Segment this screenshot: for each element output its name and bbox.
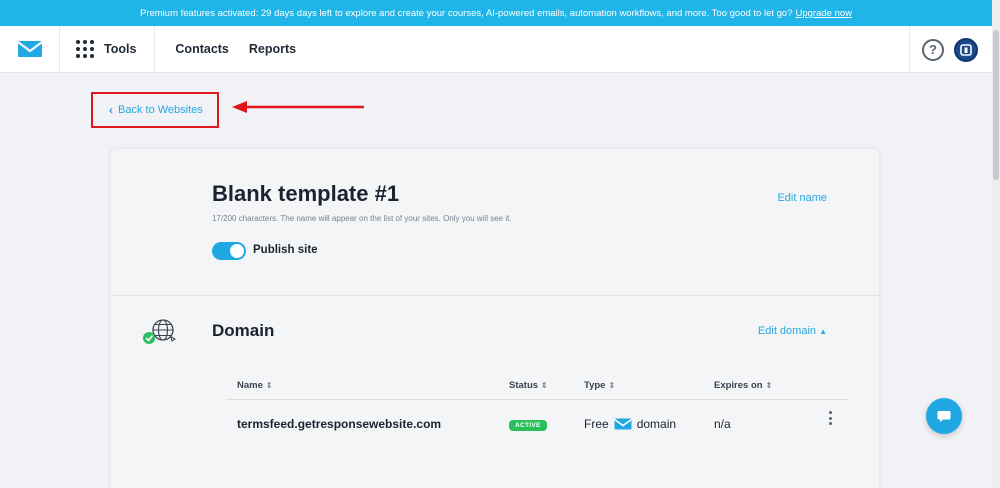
banner-text: Premium features activated: 29 days days… [139, 7, 793, 19]
table-header-divider [226, 399, 848, 400]
scrollbar-thumb[interactable] [993, 30, 999, 180]
sort-icon: ⇕ [608, 381, 616, 390]
domain-type-suffix: domain [636, 417, 677, 431]
expires-cell: n/a [714, 417, 731, 431]
avatar-icon[interactable] [954, 37, 978, 62]
nav-contacts[interactable]: Contacts [175, 42, 228, 56]
section-divider [111, 295, 881, 296]
domain-section-title: Domain [212, 321, 275, 340]
sort-icon: ⇕ [765, 381, 773, 390]
chevron-left-icon: ‹ [109, 103, 113, 117]
site-title: Blank template #1 [212, 181, 400, 206]
column-header-name-label: Name [237, 380, 263, 391]
edit-domain-link[interactable]: Edit domain ▲ [758, 325, 827, 337]
caret-up-icon: ▲ [819, 327, 827, 336]
column-header-name[interactable]: Name ⇕ [237, 380, 273, 391]
envelope-logo-icon [613, 418, 632, 430]
apps-grid-icon [76, 40, 94, 58]
edit-name-link[interactable]: Edit name [777, 192, 827, 204]
edit-domain-label: Edit domain [757, 325, 817, 337]
nav-right-actions: ? [909, 26, 992, 73]
site-name-hint: 17/200 characters. The name will appear … [212, 214, 512, 223]
question-icon[interactable]: ? [922, 38, 944, 61]
domain-type-prefix: Free [584, 417, 609, 431]
publish-site-toggle[interactable] [212, 242, 246, 260]
column-header-expires-label: Expires on [714, 380, 763, 391]
nav-reports[interactable]: Reports [249, 42, 296, 56]
column-header-status-label: Status [509, 380, 539, 391]
back-to-websites-link[interactable]: ‹ Back to Websites [109, 103, 203, 117]
trial-banner: Premium features activated: 29 days days… [0, 0, 992, 26]
top-navigation: Tools Contacts Reports ? [0, 25, 992, 73]
column-header-status[interactable]: Status ⇕ [509, 380, 548, 391]
status-badge: ACTIVE [509, 420, 547, 431]
envelope-logo-icon[interactable] [0, 25, 60, 73]
more-options-icon[interactable] [826, 411, 834, 425]
column-header-type[interactable]: Type ⇕ [584, 380, 615, 391]
sort-icon: ⇕ [265, 381, 273, 390]
upgrade-now-link[interactable]: Upgrade now [796, 8, 853, 19]
page-scrollbar[interactable] [992, 0, 1000, 488]
domain-type-cell: Free domain [584, 417, 676, 431]
globe-check-icon [141, 317, 179, 352]
red-arrow-icon [232, 101, 364, 113]
highlight-box: ‹ Back to Websites [91, 92, 219, 128]
column-header-expires[interactable]: Expires on ⇕ [714, 380, 772, 391]
domain-name-cell: termsfeed.getresponsewebsite.com [237, 417, 442, 431]
chat-bubble-icon[interactable] [926, 398, 962, 434]
tools-menu[interactable]: Tools [60, 25, 156, 73]
publish-site-label: Publish site [253, 244, 318, 256]
column-header-type-label: Type [584, 380, 606, 391]
toggle-knob [230, 244, 244, 258]
tools-label: Tools [104, 42, 137, 56]
website-settings-card: Blank template #1 17/200 characters. The… [110, 148, 881, 488]
sort-icon: ⇕ [541, 381, 548, 390]
back-label: Back to Websites [118, 104, 203, 116]
